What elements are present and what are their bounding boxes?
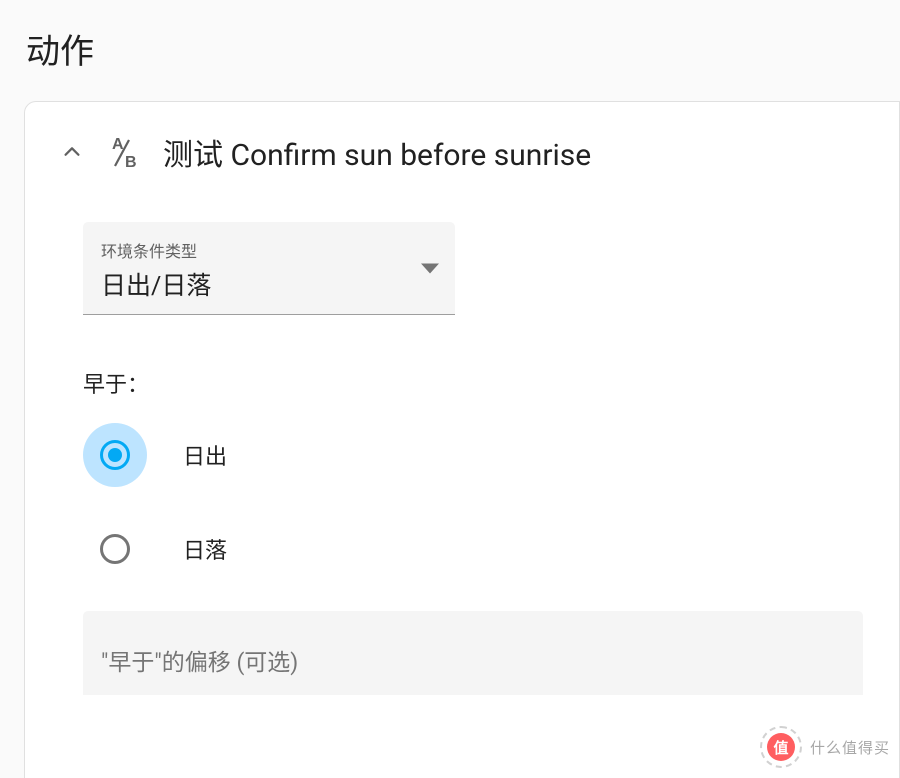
card-header[interactable]: A B 测试 Confirm sun before sunrise xyxy=(61,130,863,174)
offset-placeholder: "早于"的偏移 (可选) xyxy=(101,643,845,677)
select-label: 环境条件类型 xyxy=(101,238,437,262)
watermark: 值 什么值得买 xyxy=(760,726,890,768)
collapse-icon[interactable] xyxy=(61,141,83,163)
svg-text:B: B xyxy=(125,154,137,170)
card-title: 测试 Confirm sun before sunrise xyxy=(163,130,591,174)
chevron-down-icon xyxy=(421,259,439,278)
radio-option-sunrise[interactable]: 日出 xyxy=(83,423,863,487)
radio-option-sunset[interactable]: 日落 xyxy=(83,517,863,581)
radio-label: 日落 xyxy=(183,533,227,565)
watermark-badge: 值 xyxy=(760,726,802,768)
watermark-text: 什么值得买 xyxy=(810,737,890,758)
radio-group-label: 早于： xyxy=(83,367,863,399)
select-value: 日出/日落 xyxy=(101,266,437,302)
section-title: 动作 xyxy=(26,24,900,73)
offset-input[interactable]: "早于"的偏移 (可选) xyxy=(83,611,863,695)
action-card: A B 测试 Confirm sun before sunrise 环境条件类型… xyxy=(24,101,900,778)
radio-label: 日出 xyxy=(183,439,227,471)
ab-test-icon: A B xyxy=(105,134,141,170)
condition-type-select[interactable]: 环境条件类型 日出/日落 xyxy=(83,222,455,315)
